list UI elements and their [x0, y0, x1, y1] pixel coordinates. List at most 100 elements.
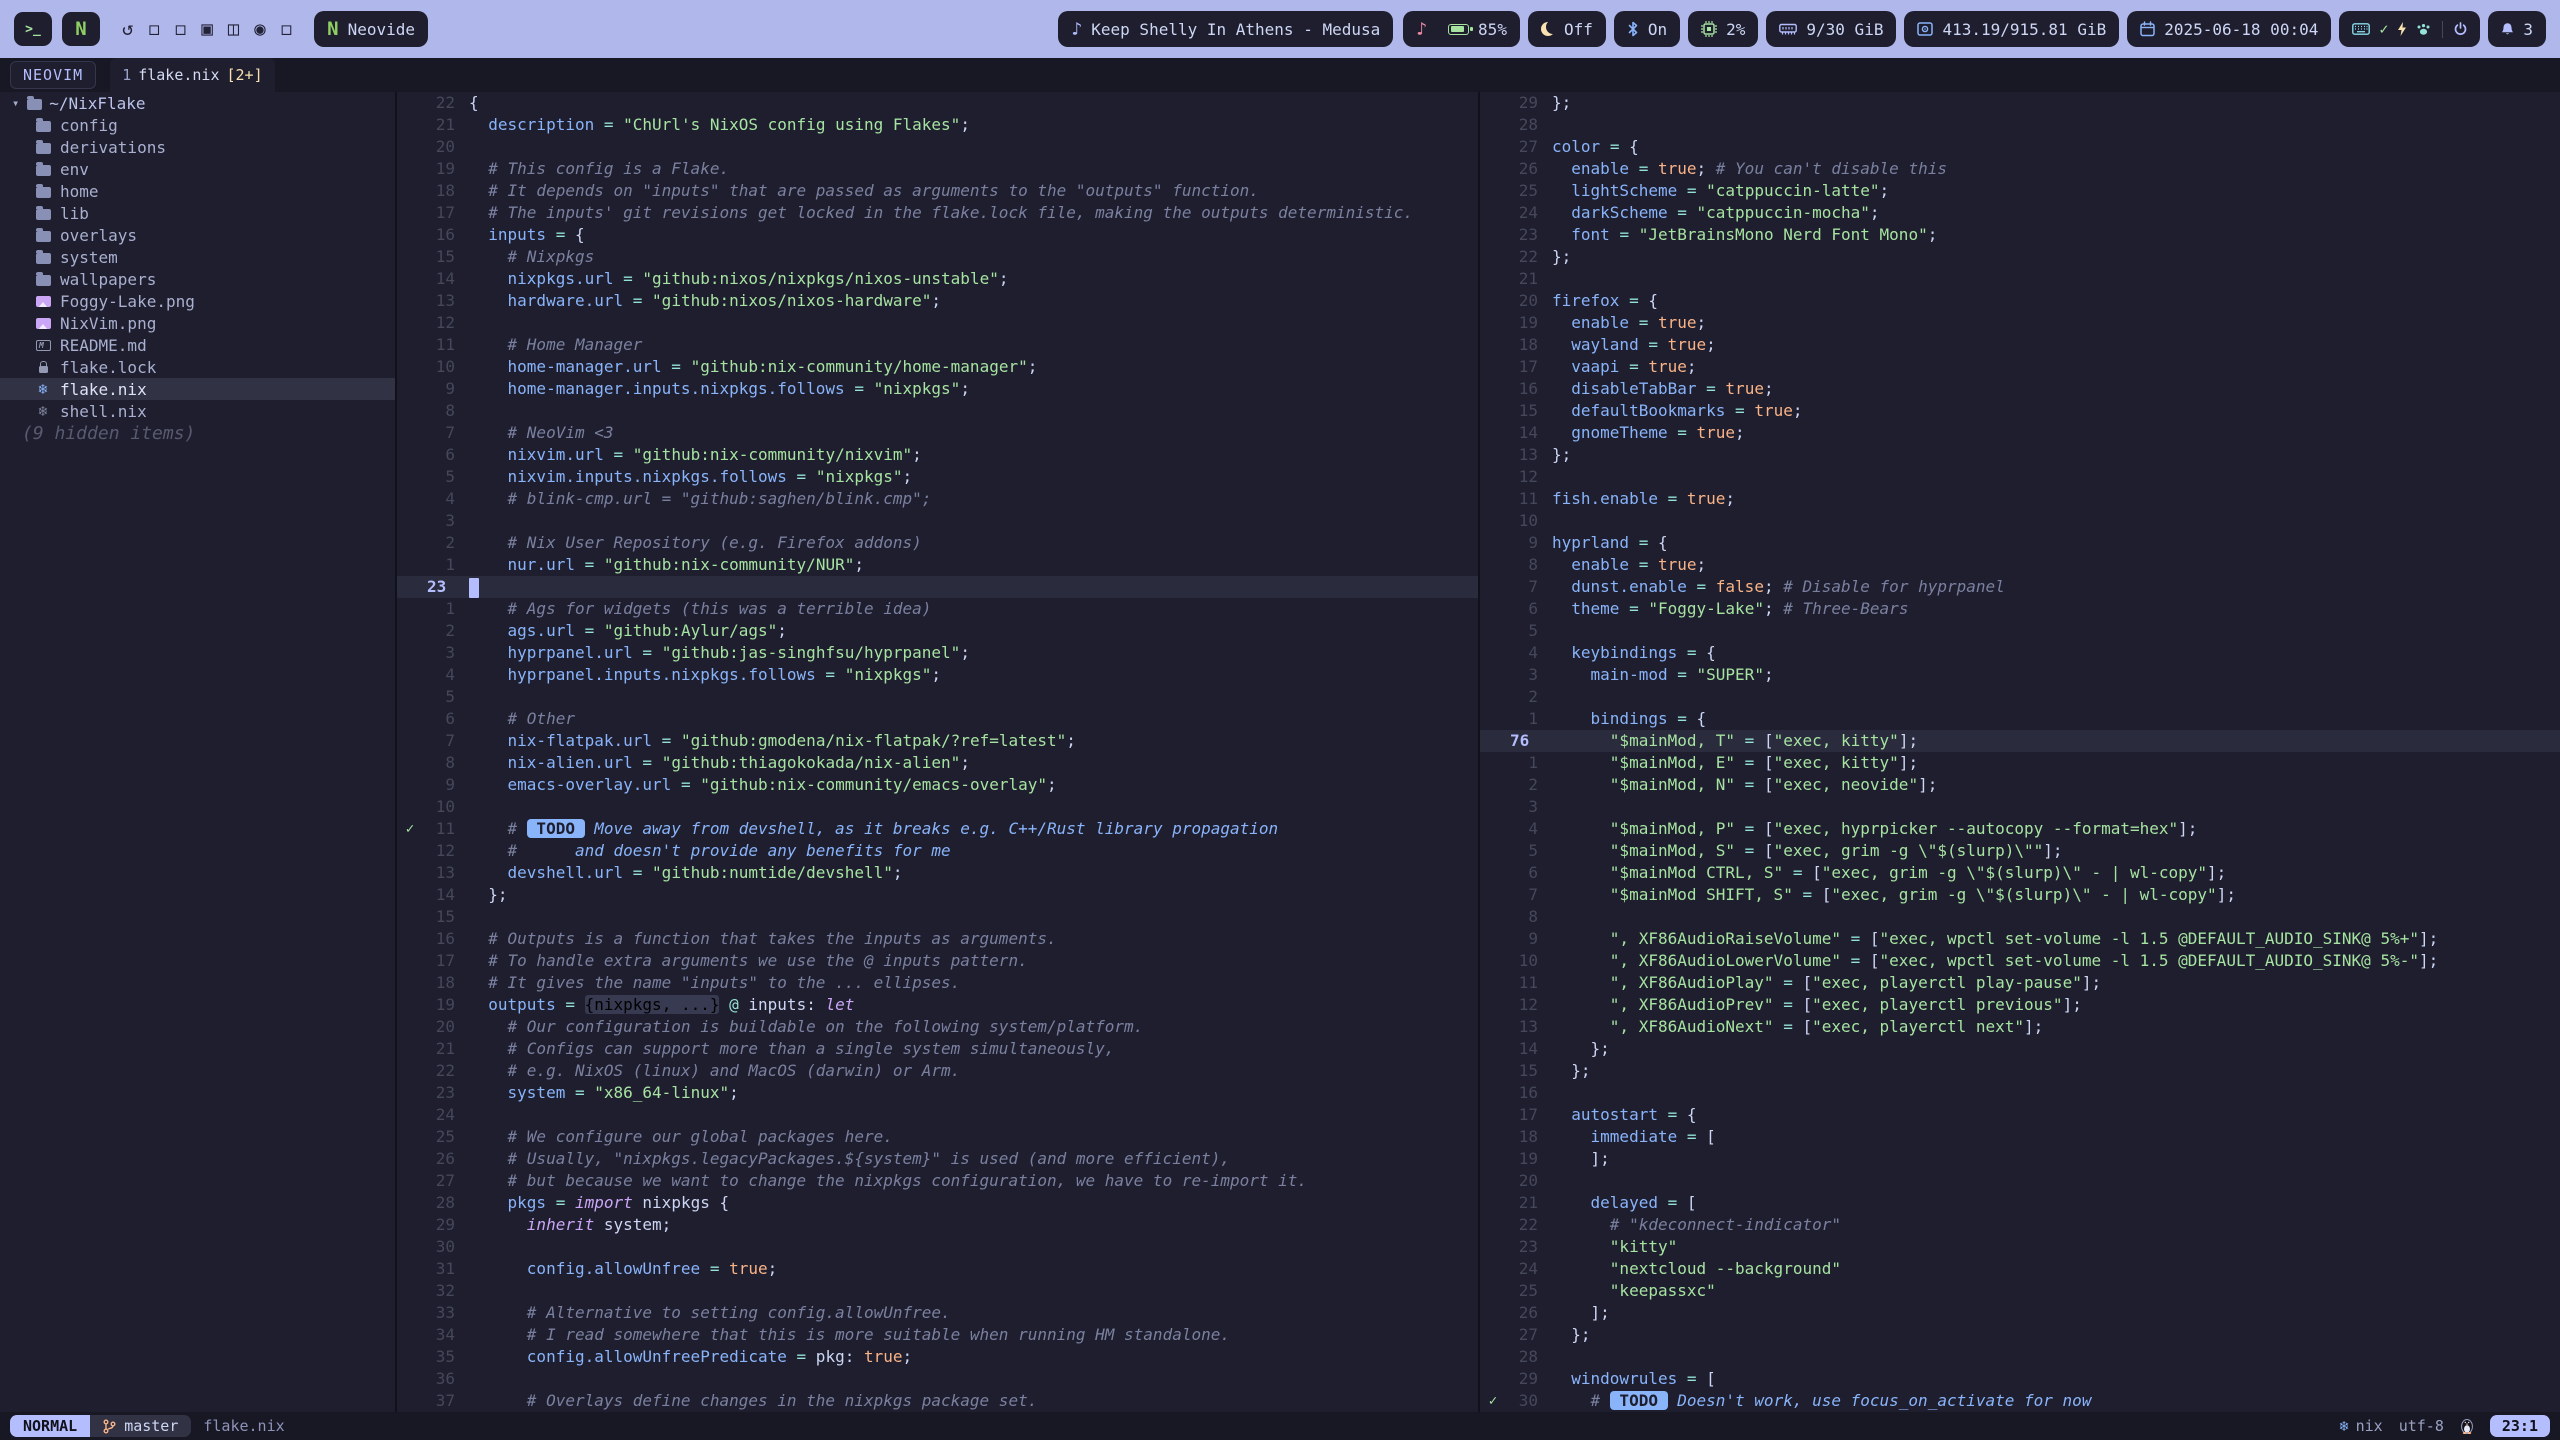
- code-line[interactable]: 16: [1480, 1082, 2560, 1104]
- code-line[interactable]: 8 nix-alien.url = "github:thiagokokada/n…: [397, 752, 1478, 774]
- code-line[interactable]: 17 vaapi = true;: [1480, 356, 2560, 378]
- code-line[interactable]: 26 enable = true; # You can't disable th…: [1480, 158, 2560, 180]
- explorer-label[interactable]: NEOVIM: [10, 61, 96, 89]
- window-a-icon[interactable]: ◻: [148, 18, 159, 40]
- code-line[interactable]: 10: [397, 796, 1478, 818]
- editor-pane-left[interactable]: 22{21 description = "ChUrl's NixOS confi…: [397, 92, 1478, 1412]
- code-line[interactable]: 12 # and doesn't provide any benefits fo…: [397, 840, 1478, 862]
- code-line[interactable]: 7 # NeoVim <3: [397, 422, 1478, 444]
- code-line[interactable]: 11fish.enable = true;: [1480, 488, 2560, 510]
- code-line[interactable]: 22{: [397, 92, 1478, 114]
- code-line[interactable]: 8 enable = true;: [1480, 554, 2560, 576]
- code-line[interactable]: 1 "$mainMod, E" = ["exec, kitty"];: [1480, 752, 2560, 774]
- code-line[interactable]: 9 home-manager.inputs.nixpkgs.follows = …: [397, 378, 1478, 400]
- code-line[interactable]: 9 emacs-overlay.url = "github:nix-commun…: [397, 774, 1478, 796]
- code-line[interactable]: 19 # This config is a Flake.: [397, 158, 1478, 180]
- code-line[interactable]: 22};: [1480, 246, 2560, 268]
- tree-item-wallpapers[interactable]: wallpapers: [0, 268, 395, 290]
- code-line[interactable]: 13 ", XF86AudioNext" = ["exec, playerctl…: [1480, 1016, 2560, 1038]
- code-line[interactable]: 76 "$mainMod, T" = ["exec, kitty"];: [1480, 730, 2560, 752]
- code-line[interactable]: 29 windowrules = [: [1480, 1368, 2560, 1390]
- code-line[interactable]: 4 hyprpanel.inputs.nixpkgs.follows = "ni…: [397, 664, 1478, 686]
- code-line[interactable]: 17 # To handle extra arguments we use th…: [397, 950, 1478, 972]
- code-line[interactable]: 18 # It depends on "inputs" that are pas…: [397, 180, 1478, 202]
- code-line[interactable]: 26 ];: [1480, 1302, 2560, 1324]
- code-line[interactable]: 1 nur.url = "github:nix-community/NUR";: [397, 554, 1478, 576]
- code-line[interactable]: 5 "$mainMod, S" = ["exec, grim -g \"$(sl…: [1480, 840, 2560, 862]
- code-line[interactable]: 25 # We configure our global packages he…: [397, 1126, 1478, 1148]
- tree-item-system[interactable]: system: [0, 246, 395, 268]
- code-line[interactable]: 31 config.allowUnfree = true;: [397, 1258, 1478, 1280]
- code-line[interactable]: 23 font = "JetBrainsMono Nerd Font Mono"…: [1480, 224, 2560, 246]
- window-b-icon[interactable]: ◻: [175, 18, 186, 40]
- code-line[interactable]: 16 # Outputs is a function that takes th…: [397, 928, 1478, 950]
- active-window-pill[interactable]: N Neovide: [314, 11, 428, 47]
- code-line[interactable]: 12: [1480, 466, 2560, 488]
- code-line[interactable]: 36: [397, 1368, 1478, 1390]
- tree-item-shell.nix[interactable]: ❄shell.nix: [0, 400, 395, 422]
- code-line[interactable]: 27color = {: [1480, 136, 2560, 158]
- code-line[interactable]: 22 # e.g. NixOS (linux) and MacOS (darwi…: [397, 1060, 1478, 1082]
- code-line[interactable]: 7 "$mainMod SHIFT, S" = ["exec, grim -g …: [1480, 884, 2560, 906]
- code-line[interactable]: 19 outputs = {nixpkgs, ...} @ inputs: le…: [397, 994, 1478, 1016]
- code-line[interactable]: 24: [397, 1104, 1478, 1126]
- code-line[interactable]: 21 description = "ChUrl's NixOS config u…: [397, 114, 1478, 136]
- code-line[interactable]: 6 nixvim.url = "github:nix-community/nix…: [397, 444, 1478, 466]
- code-line[interactable]: 8: [397, 400, 1478, 422]
- code-line[interactable]: 21 delayed = [: [1480, 1192, 2560, 1214]
- tree-item-env[interactable]: env: [0, 158, 395, 180]
- code-line[interactable]: 21 # Configs can support more than a sin…: [397, 1038, 1478, 1060]
- code-line[interactable]: 11 ", XF86AudioPlay" = ["exec, playerctl…: [1480, 972, 2560, 994]
- tree-item-overlays[interactable]: overlays: [0, 224, 395, 246]
- code-line[interactable]: 5: [1480, 620, 2560, 642]
- code-line[interactable]: 10 ", XF86AudioLowerVolume" = ["exec, wp…: [1480, 950, 2560, 972]
- code-line[interactable]: 8: [1480, 906, 2560, 928]
- code-line[interactable]: 17 autostart = {: [1480, 1104, 2560, 1126]
- code-line[interactable]: 1 # Ags for widgets (this was a terrible…: [397, 598, 1478, 620]
- code-line[interactable]: 27 };: [1480, 1324, 2560, 1346]
- code-line[interactable]: 16 disableTabBar = true;: [1480, 378, 2560, 400]
- code-line[interactable]: 22 # "kdeconnect-indicator": [1480, 1214, 2560, 1236]
- code-line[interactable]: 2 "$mainMod, N" = ["exec, neovide"];: [1480, 774, 2560, 796]
- tree-item-home[interactable]: home: [0, 180, 395, 202]
- terminal-launcher[interactable]: >_: [14, 12, 52, 46]
- paw-icon[interactable]: [2416, 23, 2431, 36]
- code-line[interactable]: 3: [397, 510, 1478, 532]
- memory-widget[interactable]: 9/30 GiB: [1766, 11, 1896, 47]
- neovim-launcher[interactable]: N: [62, 12, 100, 46]
- code-line[interactable]: 16 inputs = {: [397, 224, 1478, 246]
- code-line[interactable]: 1 bindings = {: [1480, 708, 2560, 730]
- notifications-widget[interactable]: 3: [2488, 11, 2546, 47]
- split-icon[interactable]: ◫: [228, 18, 239, 40]
- dnd-widget[interactable]: Off: [1528, 11, 1606, 47]
- code-line[interactable]: 29 inherit system;: [397, 1214, 1478, 1236]
- code-line[interactable]: 18 immediate = [: [1480, 1126, 2560, 1148]
- code-line[interactable]: 35 config.allowUnfreePredicate = pkg: tr…: [397, 1346, 1478, 1368]
- code-line[interactable]: 28: [1480, 114, 2560, 136]
- tree-item-nixvim.png[interactable]: NixVim.png: [0, 312, 395, 334]
- code-line[interactable]: 12: [397, 312, 1478, 334]
- code-line[interactable]: 11 # Home Manager: [397, 334, 1478, 356]
- code-line[interactable]: 32: [397, 1280, 1478, 1302]
- code-line[interactable]: 19 ];: [1480, 1148, 2560, 1170]
- code-line[interactable]: 14 };: [397, 884, 1478, 906]
- lightning-icon[interactable]: [2397, 22, 2407, 36]
- code-line[interactable]: 14 nixpkgs.url = "github:nixos/nixpkgs/n…: [397, 268, 1478, 290]
- code-line[interactable]: 14 };: [1480, 1038, 2560, 1060]
- tree-item-config[interactable]: config: [0, 114, 395, 136]
- window-c-icon[interactable]: ◻: [281, 18, 292, 40]
- code-line[interactable]: 19 enable = true;: [1480, 312, 2560, 334]
- code-line[interactable]: 3: [1480, 796, 2560, 818]
- code-line[interactable]: 13 hardware.url = "github:nixos/nixos-ha…: [397, 290, 1478, 312]
- code-line[interactable]: 5 nixvim.inputs.nixpkgs.follows = "nixpk…: [397, 466, 1478, 488]
- code-line[interactable]: 20firefox = {: [1480, 290, 2560, 312]
- code-line[interactable]: 27 # but because we want to change the n…: [397, 1170, 1478, 1192]
- code-line[interactable]: 4 # blink-cmp.url = "github:saghen/blink…: [397, 488, 1478, 510]
- code-line[interactable]: 24 "nextcloud --background": [1480, 1258, 2560, 1280]
- tree-item-derivations[interactable]: derivations: [0, 136, 395, 158]
- buffer-tab-flake-nix[interactable]: 1 flake.nix[2+]: [110, 58, 274, 92]
- code-line[interactable]: 15 };: [1480, 1060, 2560, 1082]
- power-icon[interactable]: [2454, 22, 2467, 36]
- tree-item-lib[interactable]: lib: [0, 202, 395, 224]
- code-line[interactable]: 13};: [1480, 444, 2560, 466]
